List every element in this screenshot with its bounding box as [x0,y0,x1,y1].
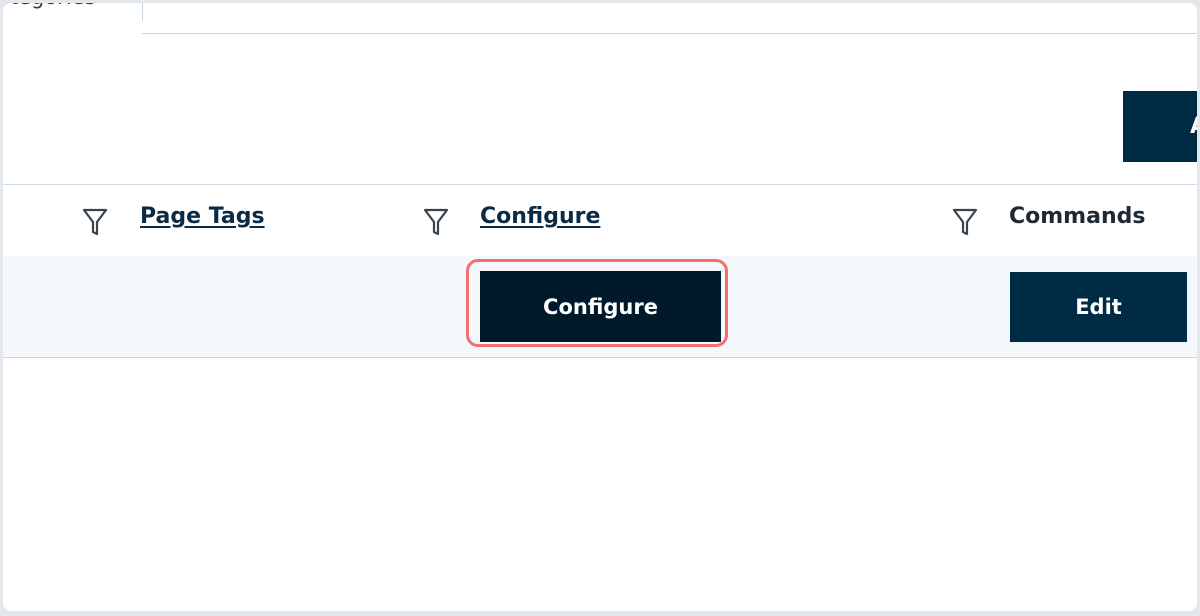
app-frame: ategories A Page Tags Configure Commands… [3,3,1197,611]
tab-categories[interactable]: ategories [3,3,143,21]
edit-button[interactable]: Edit [1010,272,1187,342]
tab-label: ategories [3,3,96,9]
add-button[interactable]: A [1123,91,1197,162]
column-header-page-tags[interactable]: Page Tags [140,204,265,229]
grid-header: Page Tags Configure Commands [3,184,1197,257]
tab-strip-divider [142,33,1197,34]
filter-icon[interactable] [423,207,449,237]
column-header-configure[interactable]: Configure [480,204,600,229]
configure-button[interactable]: Configure [480,271,721,342]
filter-icon[interactable] [952,207,978,237]
filter-icon[interactable] [82,207,108,237]
column-header-commands: Commands [1009,204,1146,229]
